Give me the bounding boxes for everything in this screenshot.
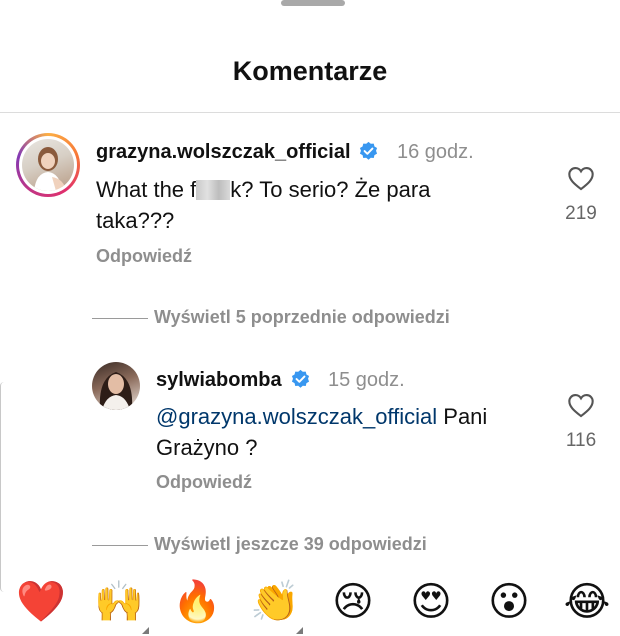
emoji-clapping-hands-icon[interactable]: 👏 bbox=[249, 576, 301, 628]
reply-text-line: Grażyno ? bbox=[156, 435, 258, 460]
view-previous-replies[interactable]: Wyświetl 5 poprzednie odpowiedzi bbox=[92, 307, 450, 328]
comment-text-part: What the f bbox=[96, 177, 197, 202]
mention-link[interactable]: @grazyna.wolszczak_official bbox=[156, 404, 437, 429]
emoji-heart-icon[interactable]: ❤️ bbox=[15, 576, 67, 628]
emoji-surprised-face-icon[interactable]: 😮 bbox=[483, 576, 535, 628]
reply-text: @grazyna.wolszczak_official Pani Grażyno… bbox=[156, 401, 487, 463]
like-count: 116 bbox=[565, 430, 597, 451]
emoji-heart-eyes-icon[interactable]: 😍 bbox=[405, 576, 457, 628]
avatar[interactable] bbox=[16, 133, 80, 197]
comment-text-line: taka??? bbox=[96, 208, 175, 233]
reply-button[interactable]: Odpowiedź bbox=[156, 472, 252, 493]
person-photo-icon bbox=[34, 147, 66, 191]
view-previous-label: Wyświetl 5 poprzednie odpowiedzi bbox=[154, 307, 450, 327]
avatar-photo bbox=[22, 139, 74, 191]
view-more-replies[interactable]: Wyświetl jeszcze 39 odpowiedzi bbox=[92, 534, 427, 555]
censor-blur bbox=[196, 180, 231, 200]
emoji-crying-face-icon[interactable]: 😢 bbox=[327, 576, 379, 628]
sheet-grab-handle[interactable] bbox=[281, 0, 345, 6]
person-photo-icon bbox=[99, 372, 133, 410]
skin-tone-indicator bbox=[142, 627, 149, 634]
avatar[interactable] bbox=[92, 362, 140, 410]
header-divider bbox=[0, 112, 620, 113]
emoji-raised-hands-icon[interactable]: 🙌 bbox=[93, 576, 145, 628]
comment-text: What the f k? To serio? Że para taka??? bbox=[96, 174, 430, 236]
reply-timestamp: 15 godz. bbox=[328, 369, 405, 391]
verified-badge-icon bbox=[291, 369, 310, 388]
emoji-tears-of-joy-icon[interactable]: 😂 bbox=[561, 576, 613, 628]
reply-username[interactable]: sylwiabomba bbox=[156, 369, 282, 392]
like-heart-icon[interactable] bbox=[567, 165, 595, 191]
comment-timestamp: 16 godz. bbox=[397, 141, 474, 163]
keyboard-edge bbox=[0, 382, 4, 592]
verified-badge-icon bbox=[359, 141, 378, 160]
view-more-label: Wyświetl jeszcze 39 odpowiedzi bbox=[154, 534, 427, 554]
comment-username[interactable]: grazyna.wolszczak_official bbox=[96, 141, 351, 164]
view-replies-line bbox=[92, 544, 148, 546]
emoji-reaction-bar: ❤️ 🙌 🔥 👏 😢 😍 😮 😂 bbox=[0, 574, 620, 636]
emoji-fire-icon[interactable]: 🔥 bbox=[171, 576, 223, 628]
like-heart-icon[interactable] bbox=[567, 392, 595, 418]
avatar-ring-gap bbox=[19, 136, 77, 194]
like-count: 219 bbox=[565, 203, 597, 224]
skin-tone-indicator bbox=[296, 627, 303, 634]
reply-button[interactable]: Odpowiedź bbox=[96, 246, 192, 267]
reply-text-part: Pani bbox=[437, 404, 488, 429]
view-replies-line bbox=[92, 317, 148, 319]
comment-text-part: k? To serio? Że para bbox=[230, 177, 431, 202]
page-title: Komentarze bbox=[232, 56, 388, 86]
